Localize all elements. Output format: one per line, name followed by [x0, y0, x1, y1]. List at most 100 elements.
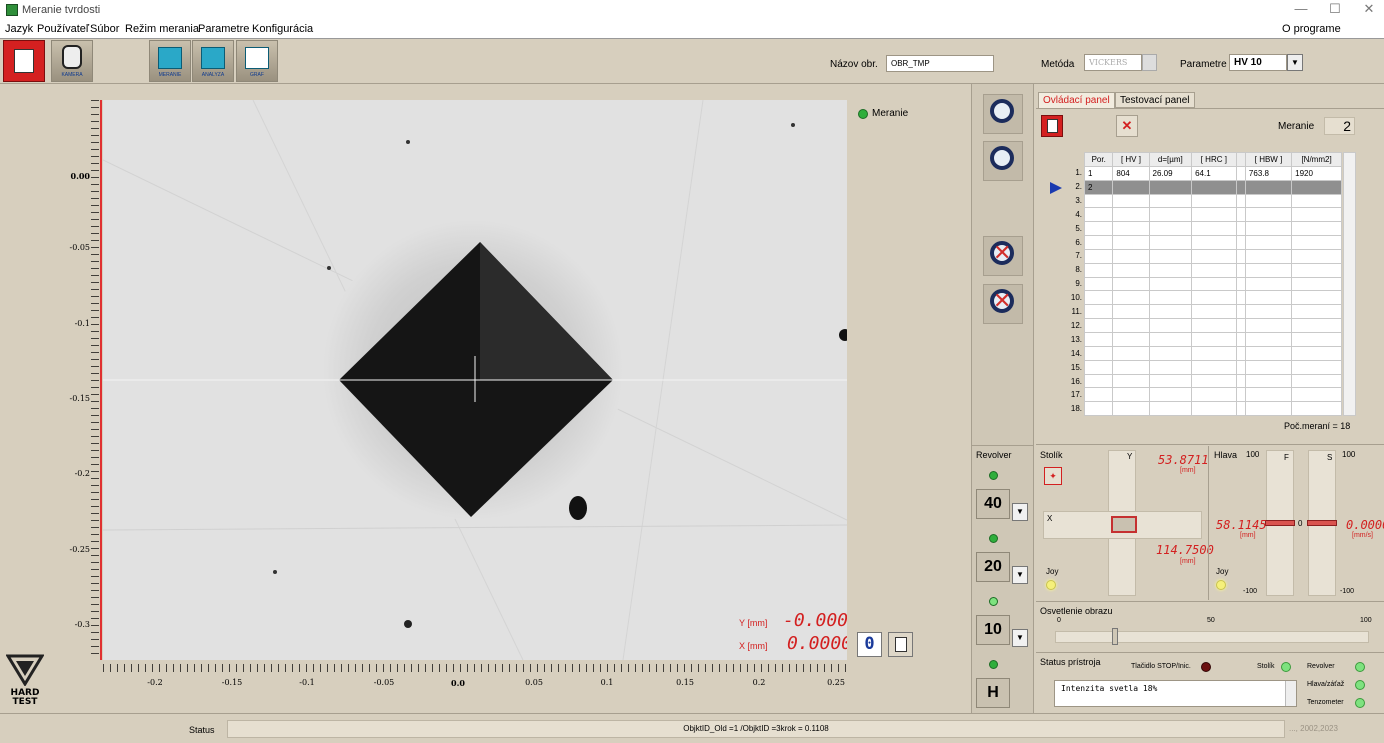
- table-cell[interactable]: [1244, 304, 1293, 320]
- table-cell[interactable]: [1191, 248, 1237, 264]
- tab-testovaci-panel[interactable]: Testovací panel: [1115, 92, 1195, 108]
- table-cell[interactable]: [1112, 318, 1150, 333]
- table-row[interactable]: [1083, 401, 1342, 417]
- table-cell[interactable]: [1148, 276, 1193, 292]
- table-cell[interactable]: [1244, 248, 1293, 264]
- table-cell[interactable]: [1148, 318, 1193, 333]
- table-cell[interactable]: [1291, 276, 1342, 292]
- stage-position-marker[interactable]: [1111, 516, 1137, 533]
- minimize-button[interactable]: —: [1284, 0, 1318, 20]
- table-cell[interactable]: [1244, 401, 1293, 417]
- table-cell[interactable]: [1235, 207, 1246, 223]
- head-s-slider[interactable]: [1307, 520, 1337, 526]
- table-cell[interactable]: [1191, 401, 1237, 417]
- table-cell[interactable]: [1112, 304, 1150, 320]
- table-cell[interactable]: [1244, 235, 1293, 250]
- cancel-measure-button[interactable]: [983, 284, 1023, 324]
- table-cell[interactable]: [1112, 331, 1150, 347]
- analysis-button[interactable]: ANALYZA: [192, 40, 234, 82]
- delete-measurement-button[interactable]: ✕: [1116, 115, 1138, 137]
- results-table[interactable]: Por.[ HV ] d=[µm][ HRC ] [ HBW ] [N/mm2] 18…: [1083, 152, 1342, 417]
- method-dropdown[interactable]: [1142, 54, 1157, 71]
- table-row[interactable]: [1083, 387, 1342, 403]
- table-cell[interactable]: [1148, 235, 1193, 250]
- tab-ovladaci-panel[interactable]: Ovládací panel: [1038, 92, 1115, 108]
- table-cell[interactable]: [1083, 304, 1114, 320]
- revolver-10-dropdown[interactable]: ▼: [1012, 629, 1028, 647]
- table-cell[interactable]: [1235, 179, 1246, 195]
- table-cell[interactable]: [1244, 262, 1293, 278]
- table-cell[interactable]: [1112, 207, 1150, 223]
- table-cell[interactable]: [1244, 179, 1293, 195]
- table-cell[interactable]: [1291, 318, 1342, 333]
- table-cell[interactable]: [1235, 276, 1246, 292]
- table-cell[interactable]: [1291, 207, 1342, 223]
- cancel-zoom-button[interactable]: [983, 236, 1023, 276]
- table-cell[interactable]: [1291, 221, 1342, 237]
- status-message-box[interactable]: Intenzita svetla 18%: [1054, 680, 1297, 707]
- table-row[interactable]: [1083, 235, 1342, 250]
- table-cell[interactable]: [1235, 193, 1246, 209]
- table-cell[interactable]: [1291, 331, 1342, 347]
- table-cell[interactable]: [1112, 373, 1150, 389]
- maximize-button[interactable]: ☐: [1318, 0, 1352, 20]
- table-cell[interactable]: [1235, 331, 1246, 347]
- table-cell[interactable]: [1191, 304, 1237, 320]
- table-row[interactable]: [1083, 359, 1342, 375]
- stage-home-button[interactable]: ✦: [1044, 467, 1062, 485]
- table-cell[interactable]: [1191, 373, 1237, 389]
- table-row[interactable]: [1083, 248, 1342, 264]
- table-cell[interactable]: [1083, 221, 1114, 237]
- table-cell[interactable]: [1083, 207, 1114, 223]
- table-cell[interactable]: [1291, 401, 1342, 417]
- table-cell[interactable]: [1191, 318, 1237, 333]
- table-header-cell[interactable]: [ HRC ]: [1191, 152, 1237, 167]
- table-cell[interactable]: [1083, 345, 1114, 361]
- table-cell[interactable]: [1191, 193, 1237, 209]
- table-cell[interactable]: [1112, 179, 1150, 195]
- table-cell[interactable]: [1112, 290, 1150, 306]
- table-cell[interactable]: [1244, 276, 1293, 292]
- table-cell[interactable]: [1083, 359, 1114, 375]
- table-row[interactable]: [1083, 193, 1342, 209]
- measure-button[interactable]: MERANIE: [149, 40, 191, 82]
- table-cell[interactable]: [1191, 345, 1237, 361]
- table-cell[interactable]: [1191, 387, 1237, 403]
- table-cell[interactable]: [1191, 207, 1237, 223]
- report-small-button[interactable]: [1041, 115, 1063, 137]
- table-cell[interactable]: [1235, 373, 1246, 389]
- param-select[interactable]: HV 10: [1229, 54, 1287, 71]
- table-cell[interactable]: [1235, 262, 1246, 278]
- revolver-40-button[interactable]: 40: [976, 489, 1010, 519]
- table-cell[interactable]: [1112, 276, 1150, 292]
- table-row[interactable]: [1083, 207, 1342, 223]
- close-button[interactable]: ✕: [1352, 0, 1384, 20]
- table-cell[interactable]: [1291, 304, 1342, 320]
- table-cell[interactable]: [1235, 248, 1246, 264]
- camera-button[interactable]: KAMERA: [51, 40, 93, 82]
- save-image-button[interactable]: [888, 632, 913, 657]
- table-cell[interactable]: [1235, 318, 1246, 333]
- image-name-input[interactable]: [886, 55, 994, 72]
- table-cell[interactable]: 804: [1112, 165, 1150, 181]
- table-cell[interactable]: [1112, 248, 1150, 264]
- table-row[interactable]: [1083, 345, 1342, 361]
- method-field[interactable]: VICKERS: [1084, 54, 1142, 71]
- table-cell[interactable]: [1235, 165, 1246, 181]
- table-cell[interactable]: [1148, 401, 1193, 417]
- table-row[interactable]: [1083, 262, 1342, 278]
- table-cell[interactable]: [1291, 248, 1342, 264]
- table-cell[interactable]: [1112, 359, 1150, 375]
- table-cell[interactable]: [1244, 193, 1293, 209]
- table-cell[interactable]: [1191, 290, 1237, 306]
- table-cell[interactable]: [1244, 318, 1293, 333]
- table-cell[interactable]: 1920: [1291, 165, 1342, 181]
- table-cell[interactable]: [1112, 221, 1150, 237]
- table-cell[interactable]: [1235, 387, 1246, 403]
- table-cell[interactable]: [1083, 331, 1114, 347]
- table-cell[interactable]: [1235, 235, 1246, 250]
- table-cell[interactable]: [1083, 248, 1114, 264]
- table-header-cell[interactable]: [N/mm2]: [1291, 152, 1342, 167]
- table-cell[interactable]: [1148, 387, 1193, 403]
- table-cell[interactable]: [1244, 387, 1293, 403]
